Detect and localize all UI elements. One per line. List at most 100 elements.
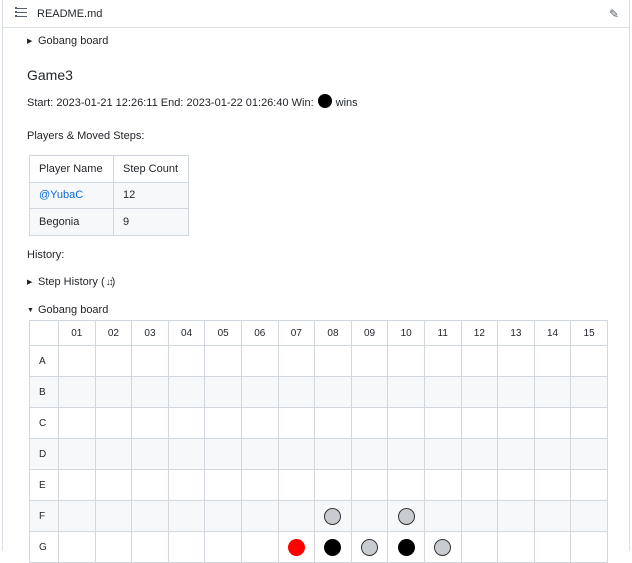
board-cell[interactable] [533,376,572,408]
board-cell[interactable] [423,500,462,532]
board-cell[interactable] [497,345,535,377]
board-cell[interactable] [423,438,462,470]
board-cell[interactable] [570,500,608,532]
board-cell[interactable] [387,469,425,501]
board-cell[interactable] [131,469,169,501]
board-cell[interactable] [167,531,206,563]
board-cell[interactable] [460,376,499,408]
board-cell[interactable] [533,407,572,439]
board-cell[interactable] [277,345,316,377]
board-cell[interactable] [94,500,133,532]
board-cell[interactable] [497,438,535,470]
board-cell[interactable] [277,500,316,532]
board-cell[interactable] [570,469,608,501]
board-cell[interactable] [58,407,96,439]
board-cell[interactable] [533,438,572,470]
board-cell[interactable] [497,407,535,439]
board-cell[interactable] [387,438,425,470]
board-cell[interactable] [94,438,133,470]
board-cell[interactable] [350,345,389,377]
board-cell[interactable] [131,438,169,470]
board-cell[interactable] [314,531,352,563]
board-cell[interactable] [570,438,608,470]
board-cell[interactable] [277,438,316,470]
board-cell[interactable] [204,345,242,377]
board-cell[interactable] [533,500,572,532]
board-cell[interactable] [204,376,242,408]
board-cell[interactable] [460,407,499,439]
board-cell[interactable] [314,376,352,408]
board-cell[interactable] [204,469,242,501]
board-cell[interactable] [350,500,389,532]
board-cell[interactable] [460,438,499,470]
board-cell[interactable] [131,376,169,408]
board-cell[interactable] [277,376,316,408]
board-cell[interactable] [387,407,425,439]
board-cell[interactable] [570,376,608,408]
board-cell[interactable] [423,345,462,377]
board-cell[interactable] [131,531,169,563]
board-cell[interactable] [314,500,352,532]
board-cell[interactable] [497,531,535,563]
board-cell[interactable] [240,500,279,532]
board-cell[interactable] [94,407,133,439]
board-cell[interactable] [240,438,279,470]
board-cell[interactable] [94,345,133,377]
board-cell[interactable] [240,345,279,377]
board-cell[interactable] [167,345,206,377]
board-cell[interactable] [533,531,572,563]
board-cell[interactable] [314,469,352,501]
board-cell[interactable] [387,500,425,532]
board-cell[interactable] [497,469,535,501]
board-cell[interactable] [423,376,462,408]
pencil-icon[interactable]: ✎ [609,7,619,21]
board-cell[interactable] [131,345,169,377]
board-cell[interactable] [497,376,535,408]
board-cell[interactable] [167,407,206,439]
board-cell[interactable] [350,469,389,501]
board-cell[interactable] [131,407,169,439]
board-cell[interactable] [204,407,242,439]
board-cell[interactable] [423,407,462,439]
board-cell[interactable] [94,376,133,408]
board-cell[interactable] [94,531,133,563]
board-cell[interactable] [423,469,462,501]
board-cell[interactable] [58,500,96,532]
board-cell[interactable] [387,345,425,377]
board-cell[interactable] [423,531,462,563]
board-cell[interactable] [350,438,389,470]
board-cell[interactable] [350,376,389,408]
board-cell[interactable] [277,531,316,563]
board-cell[interactable] [277,407,316,439]
board-cell[interactable] [314,407,352,439]
board-cell[interactable] [58,438,96,470]
board-cell[interactable] [240,407,279,439]
board-cell[interactable] [58,345,96,377]
board-cell[interactable] [131,500,169,532]
gobang-board-summary-collapsed[interactable]: ▶ Gobang board [27,35,108,47]
board-cell[interactable] [497,500,535,532]
list-icon[interactable] [15,6,27,18]
board-cell[interactable] [350,531,389,563]
board-cell[interactable] [387,531,425,563]
board-cell[interactable] [167,438,206,470]
board-cell[interactable] [240,531,279,563]
board-cell[interactable] [570,345,608,377]
board-cell[interactable] [240,376,279,408]
board-cell[interactable] [460,469,499,501]
board-cell[interactable] [314,345,352,377]
board-cell[interactable] [58,376,96,408]
board-cell[interactable] [277,469,316,501]
board-cell[interactable] [533,345,572,377]
board-cell[interactable] [460,345,499,377]
board-cell[interactable] [94,469,133,501]
board-cell[interactable] [204,438,242,470]
board-cell[interactable] [350,407,389,439]
board-cell[interactable] [570,407,608,439]
board-cell[interactable] [460,500,499,532]
board-cell[interactable] [570,531,608,563]
board-cell[interactable] [533,469,572,501]
board-cell[interactable] [460,531,499,563]
gobang-board-summary-expanded[interactable]: ▼ Gobang board [27,304,108,316]
board-cell[interactable] [204,531,242,563]
